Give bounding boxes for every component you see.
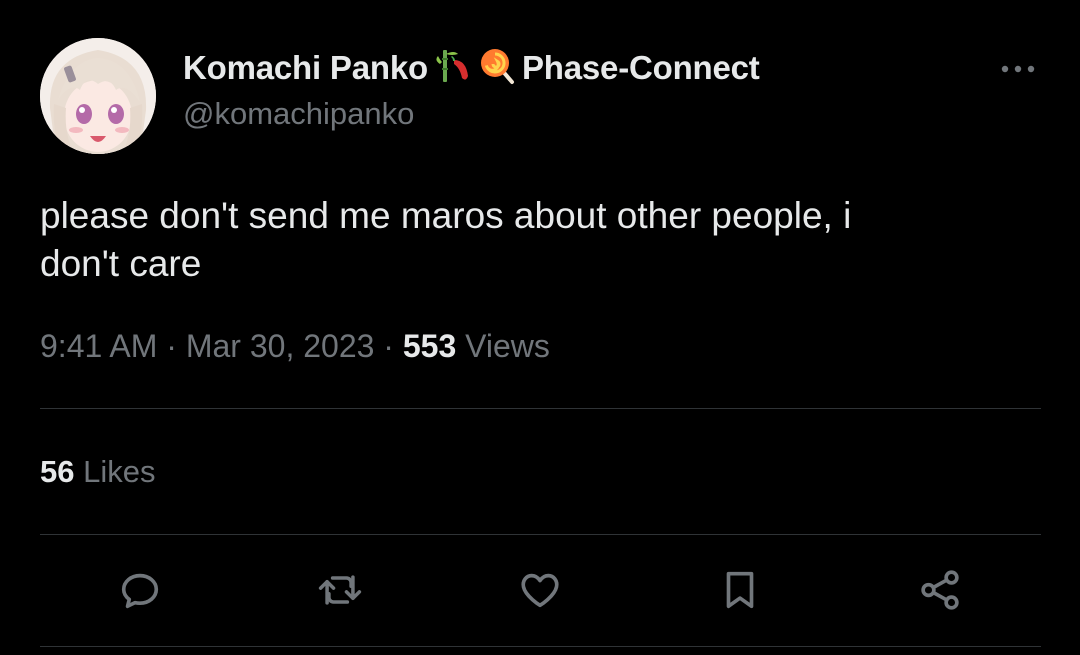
- more-options-button[interactable]: [996, 54, 1040, 84]
- meta-separator: ·: [383, 328, 394, 364]
- views-count: 553: [402, 328, 457, 364]
- like-icon: [521, 573, 559, 608]
- author-handle[interactable]: @komachipanko: [183, 96, 414, 132]
- more-icon: [1001, 65, 1035, 73]
- display-name[interactable]: Komachi Panko: [183, 49, 428, 87]
- tweet-detail: Komachi Panko Phase-Connect @komachipank…: [0, 0, 1080, 655]
- tweet-time[interactable]: 9:41 AM: [40, 328, 157, 364]
- avatar[interactable]: [40, 38, 156, 154]
- affiliation-label[interactable]: Phase-Connect: [522, 49, 760, 87]
- views-label: Views: [465, 328, 550, 364]
- tweet-text: please don't send me maros about other p…: [40, 195, 852, 284]
- share-icon: [921, 570, 959, 610]
- share-button[interactable]: [916, 566, 964, 614]
- likes-label: Likes: [83, 454, 156, 489]
- reply-icon: [121, 573, 159, 609]
- bookmark-icon: [726, 571, 754, 609]
- divider: [40, 408, 1041, 409]
- retweet-icon: [318, 575, 362, 605]
- likes-count: 56: [40, 454, 75, 489]
- reply-button[interactable]: [116, 566, 164, 614]
- divider: [40, 534, 1041, 535]
- tweet-date[interactable]: Mar 30, 2023: [186, 328, 375, 364]
- author-name-row[interactable]: Komachi Panko Phase-Connect: [183, 46, 760, 90]
- retweet-button[interactable]: [316, 566, 364, 614]
- lollipop-icon: [478, 46, 518, 91]
- tweet-meta: 9:41 AM · Mar 30, 2023 · 553 Views: [40, 324, 550, 368]
- bookmark-button[interactable]: [716, 566, 764, 614]
- meta-separator: ·: [166, 328, 177, 364]
- likes-summary[interactable]: 56 Likes: [40, 450, 155, 494]
- bamboo-chili-icon: [436, 46, 476, 91]
- divider: [40, 646, 1041, 647]
- like-button[interactable]: [516, 566, 564, 614]
